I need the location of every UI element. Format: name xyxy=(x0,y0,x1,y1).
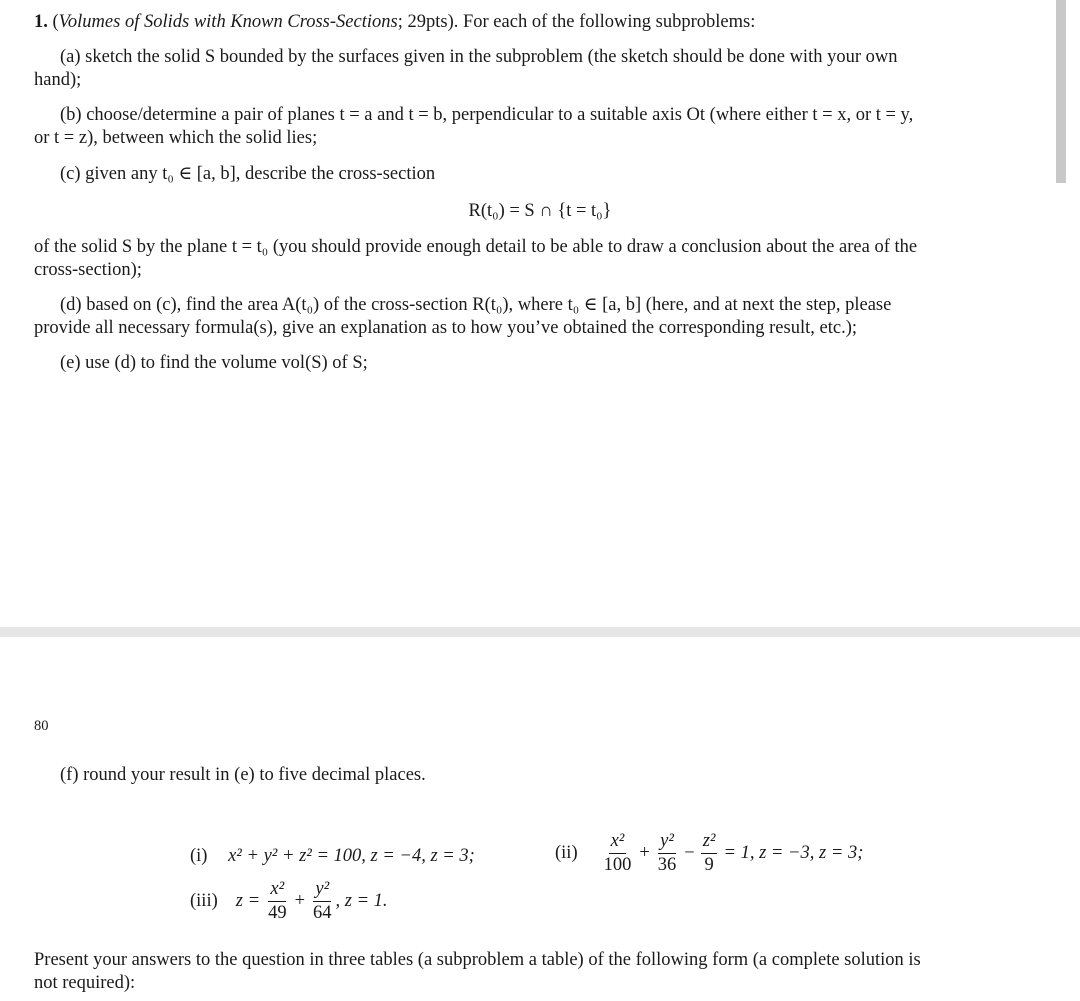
subproblem-iii-lead: z = xyxy=(235,890,261,911)
subproblem-iii-label: (iii) xyxy=(190,890,218,911)
page-separator xyxy=(0,627,1080,637)
subproblem-i-equation: x² + y² + z² = 100, z = −4, z = 3; xyxy=(228,846,475,866)
step-b-label: (b) xyxy=(60,105,82,125)
subproblem-i-label: (i) xyxy=(190,846,208,866)
step-d-text-2: provide all necessary formula(s), give a… xyxy=(34,318,857,338)
problem-number: 1. xyxy=(34,12,48,32)
step-c-continuation: of the solid S by the plane t = t₀ (you … xyxy=(34,236,1048,282)
problem-points: 29pts xyxy=(407,12,448,32)
step-f-label: (f) xyxy=(60,765,79,785)
step-d-text-1: based on (c), find the area A(t₀) of the… xyxy=(86,295,892,315)
subproblem-ii: (ii) x² 100 + y² 36 − z² 9 = 1, z = −3, z =… xyxy=(555,831,864,875)
problem-intro: For each of the following subproblems: xyxy=(462,12,756,32)
closing-text-2: not required): xyxy=(34,973,136,993)
page-top: 1. (Volumes of Solids with Known Cross-S… xyxy=(0,0,1056,627)
step-d: (d) based on (c), find the area A(t₀) of… xyxy=(34,294,1048,340)
closing-paragraph: Present your answers to the question in … xyxy=(34,949,1048,995)
step-b: (b) choose/determine a pair of planes t … xyxy=(34,104,1048,150)
step-f-text: round your result in (e) to five decimal… xyxy=(83,765,426,785)
step-f: (f) round your result in (e) to five dec… xyxy=(60,764,426,787)
step-e: (e) use (d) to find the volume vol(S) of… xyxy=(60,352,368,375)
step-b-text-2: or t = z), between which the solid lies; xyxy=(34,128,318,148)
fraction: y² 64 xyxy=(313,879,332,923)
page-number: 80 xyxy=(34,718,49,734)
subproblem-i: (i) x² + y² + z² = 100, z = −4, z = 3; xyxy=(190,845,475,868)
subproblem-iii: (iii) z = x² 49 + y² 64 , z = 1. xyxy=(190,879,388,923)
step-e-text: use (d) to find the volume vol(S) of S; xyxy=(85,353,368,373)
step-a: (a) sketch the solid S bounded by the su… xyxy=(34,46,1048,92)
step-c-text-3: cross-section); xyxy=(34,260,142,280)
problem-heading: 1. (Volumes of Solids with Known Cross-S… xyxy=(34,12,756,32)
subproblem-ii-tail: = 1, z = −3, z = 3; xyxy=(723,842,864,863)
step-b-text-1: choose/determine a pair of planes t = a … xyxy=(86,105,914,125)
fraction: y² 36 xyxy=(657,831,677,875)
step-a-text-1: sketch the solid S bounded by the surfac… xyxy=(85,47,898,67)
step-a-label: (a) xyxy=(60,47,81,67)
fraction: x² 49 xyxy=(268,879,287,923)
fraction: z² 9 xyxy=(700,831,718,875)
step-c-line-1: (c) given any t₀ ∈ [a, b], describe the … xyxy=(60,163,435,186)
step-c-label: (c) xyxy=(60,164,81,184)
subproblem-iii-tail: , z = 1. xyxy=(335,890,388,911)
fraction: x² 100 xyxy=(603,831,632,875)
subproblem-ii-label: (ii) xyxy=(555,842,578,863)
step-e-label: (e) xyxy=(60,353,81,373)
display-formula: R(t₀) = S ∩ {t = t₀} xyxy=(468,201,612,221)
problem-title: Volumes of Solids with Known Cross-Secti… xyxy=(58,12,398,32)
page-bottom xyxy=(0,637,1056,1001)
step-c-text-1: given any t₀ ∈ [a, b], describe the cros… xyxy=(85,164,436,184)
closing-text-1: Present your answers to the question in … xyxy=(34,950,921,970)
step-c-text-2: of the solid S by the plane t = t₀ (you … xyxy=(34,237,918,257)
step-a-text-2: hand); xyxy=(34,70,82,90)
step-d-label: (d) xyxy=(60,295,82,315)
scrollbar-thumb[interactable] xyxy=(1056,0,1066,183)
